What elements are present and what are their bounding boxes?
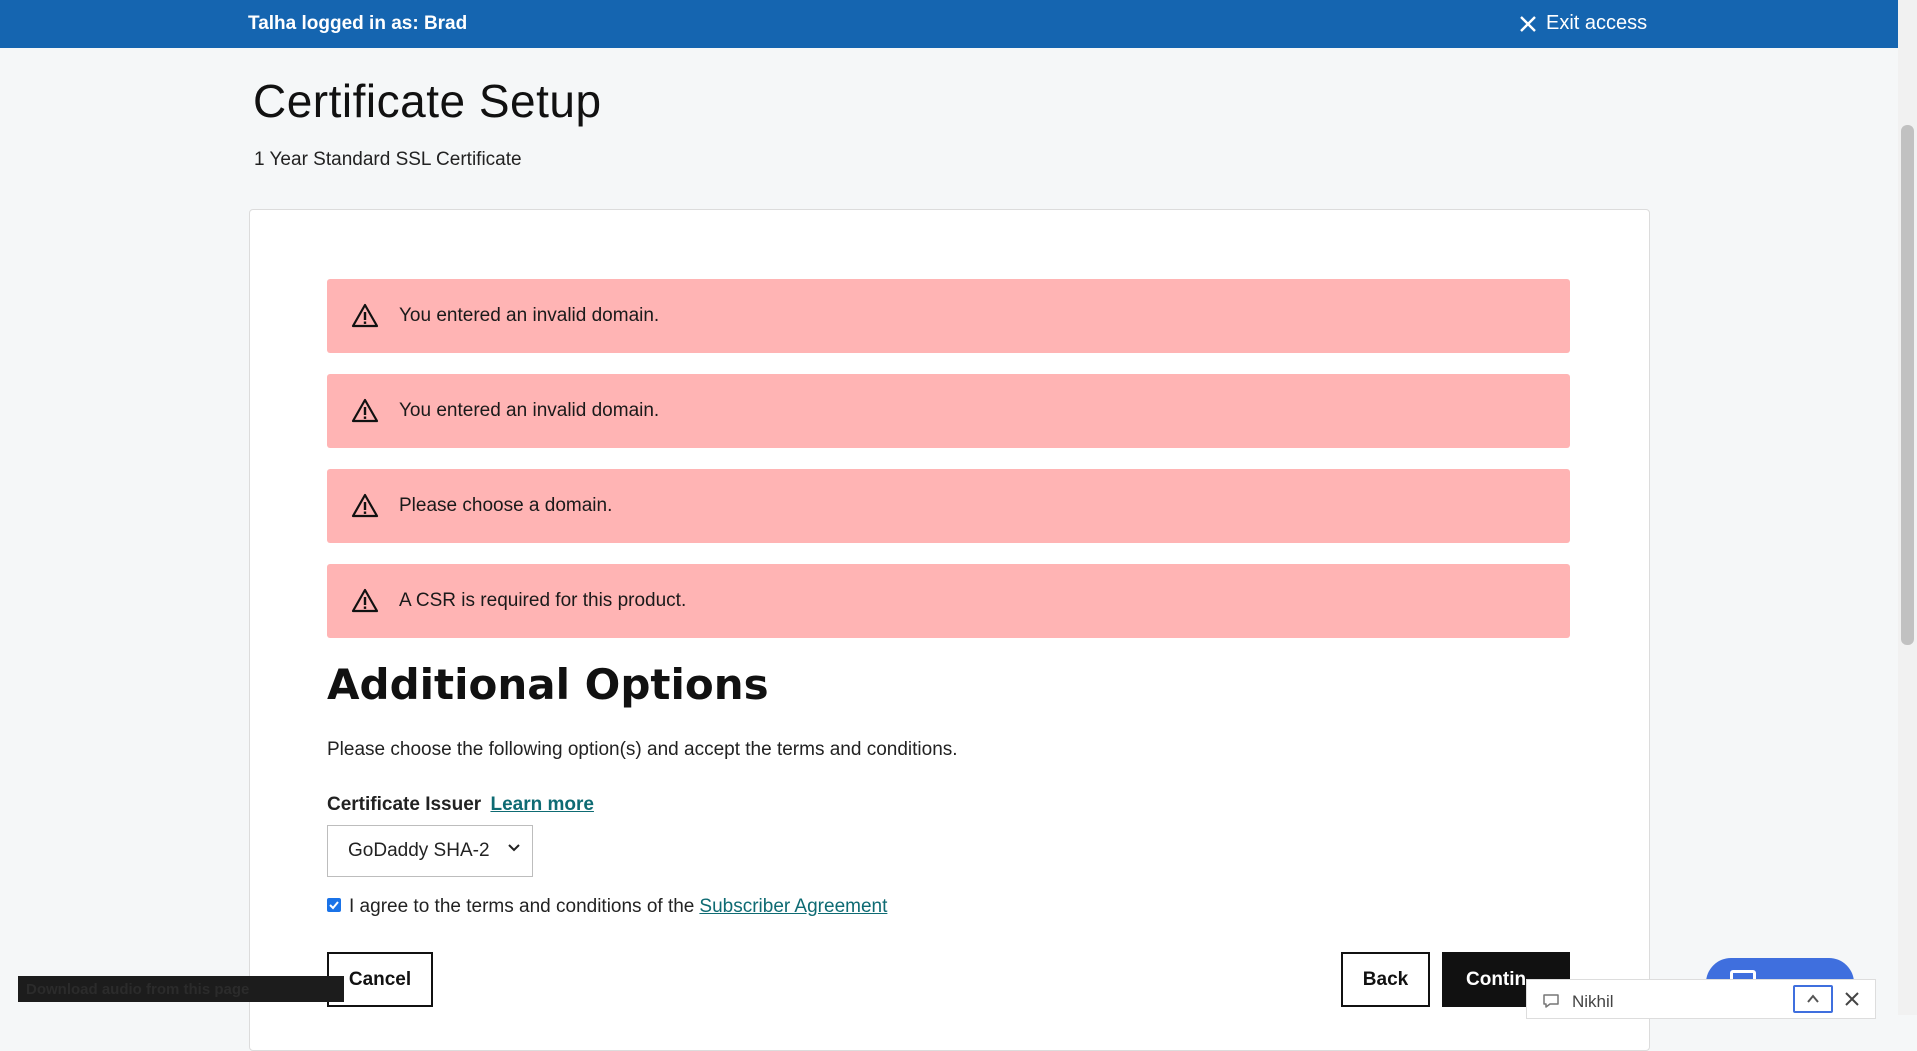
error-message: You entered an invalid domain. xyxy=(399,400,660,421)
terms-agreement: I agree to the terms and conditions of t… xyxy=(327,896,887,918)
chat-agent-name: Nikhil xyxy=(1572,992,1614,1011)
chat-widget: Nikhil xyxy=(1526,979,1876,1019)
issuer-label-text: Certificate Issuer xyxy=(327,794,482,815)
agree-checkbox[interactable] xyxy=(327,898,341,912)
download-audio-text: Download audio from this page xyxy=(26,980,250,998)
options-description: Please choose the following option(s) an… xyxy=(327,739,958,760)
exit-access-label: Exit access xyxy=(1546,12,1648,34)
impersonation-banner: Talha logged in as: Brad Exit access xyxy=(0,0,1898,48)
download-audio-bar[interactable]: Download audio from this page xyxy=(18,976,344,1002)
chevron-up-icon xyxy=(1807,994,1819,1003)
certificate-issuer-select[interactable]: GoDaddy SHA-2 xyxy=(327,825,533,877)
subscriber-agreement-link[interactable]: Subscriber Agreement xyxy=(699,896,887,918)
error-message: Please choose a domain. xyxy=(399,495,613,516)
back-button[interactable]: Back xyxy=(1341,952,1430,1007)
warning-icon xyxy=(351,398,379,423)
certificate-issuer-label: Certificate Issuer Learn more xyxy=(327,794,594,816)
warning-icon xyxy=(351,303,379,328)
product-subtitle: 1 Year Standard SSL Certificate xyxy=(254,149,522,170)
logged-in-as-text: Talha logged in as: Brad xyxy=(248,13,468,34)
scrollbar-thumb[interactable] xyxy=(1901,125,1914,645)
issuer-selected-value: GoDaddy SHA-2 xyxy=(348,840,490,861)
error-alert: You entered an invalid domain. xyxy=(327,279,1570,353)
error-alert: A CSR is required for this product. xyxy=(327,564,1570,638)
error-alert: You entered an invalid domain. xyxy=(327,374,1570,448)
error-message: You entered an invalid domain. xyxy=(399,305,660,326)
learn-more-link[interactable]: Learn more xyxy=(490,794,593,815)
checkmark-icon xyxy=(329,901,339,910)
chat-expand-button[interactable] xyxy=(1793,985,1833,1013)
warning-icon xyxy=(351,588,379,613)
chat-close-icon[interactable] xyxy=(1843,990,1861,1008)
additional-options-heading: Additional Options xyxy=(327,660,769,709)
chevron-down-icon xyxy=(508,844,520,852)
page-scrollbar[interactable] xyxy=(1898,0,1917,1015)
agree-text: I agree to the terms and conditions of t… xyxy=(349,896,695,917)
error-message: A CSR is required for this product. xyxy=(399,590,687,611)
warning-icon xyxy=(351,493,379,518)
close-icon xyxy=(1520,15,1536,32)
page-title: Certificate Setup xyxy=(253,75,602,127)
speech-bubble-icon xyxy=(1543,994,1559,1008)
exit-access-button[interactable]: Exit access xyxy=(1518,12,1647,35)
error-alert: Please choose a domain. xyxy=(327,469,1570,543)
